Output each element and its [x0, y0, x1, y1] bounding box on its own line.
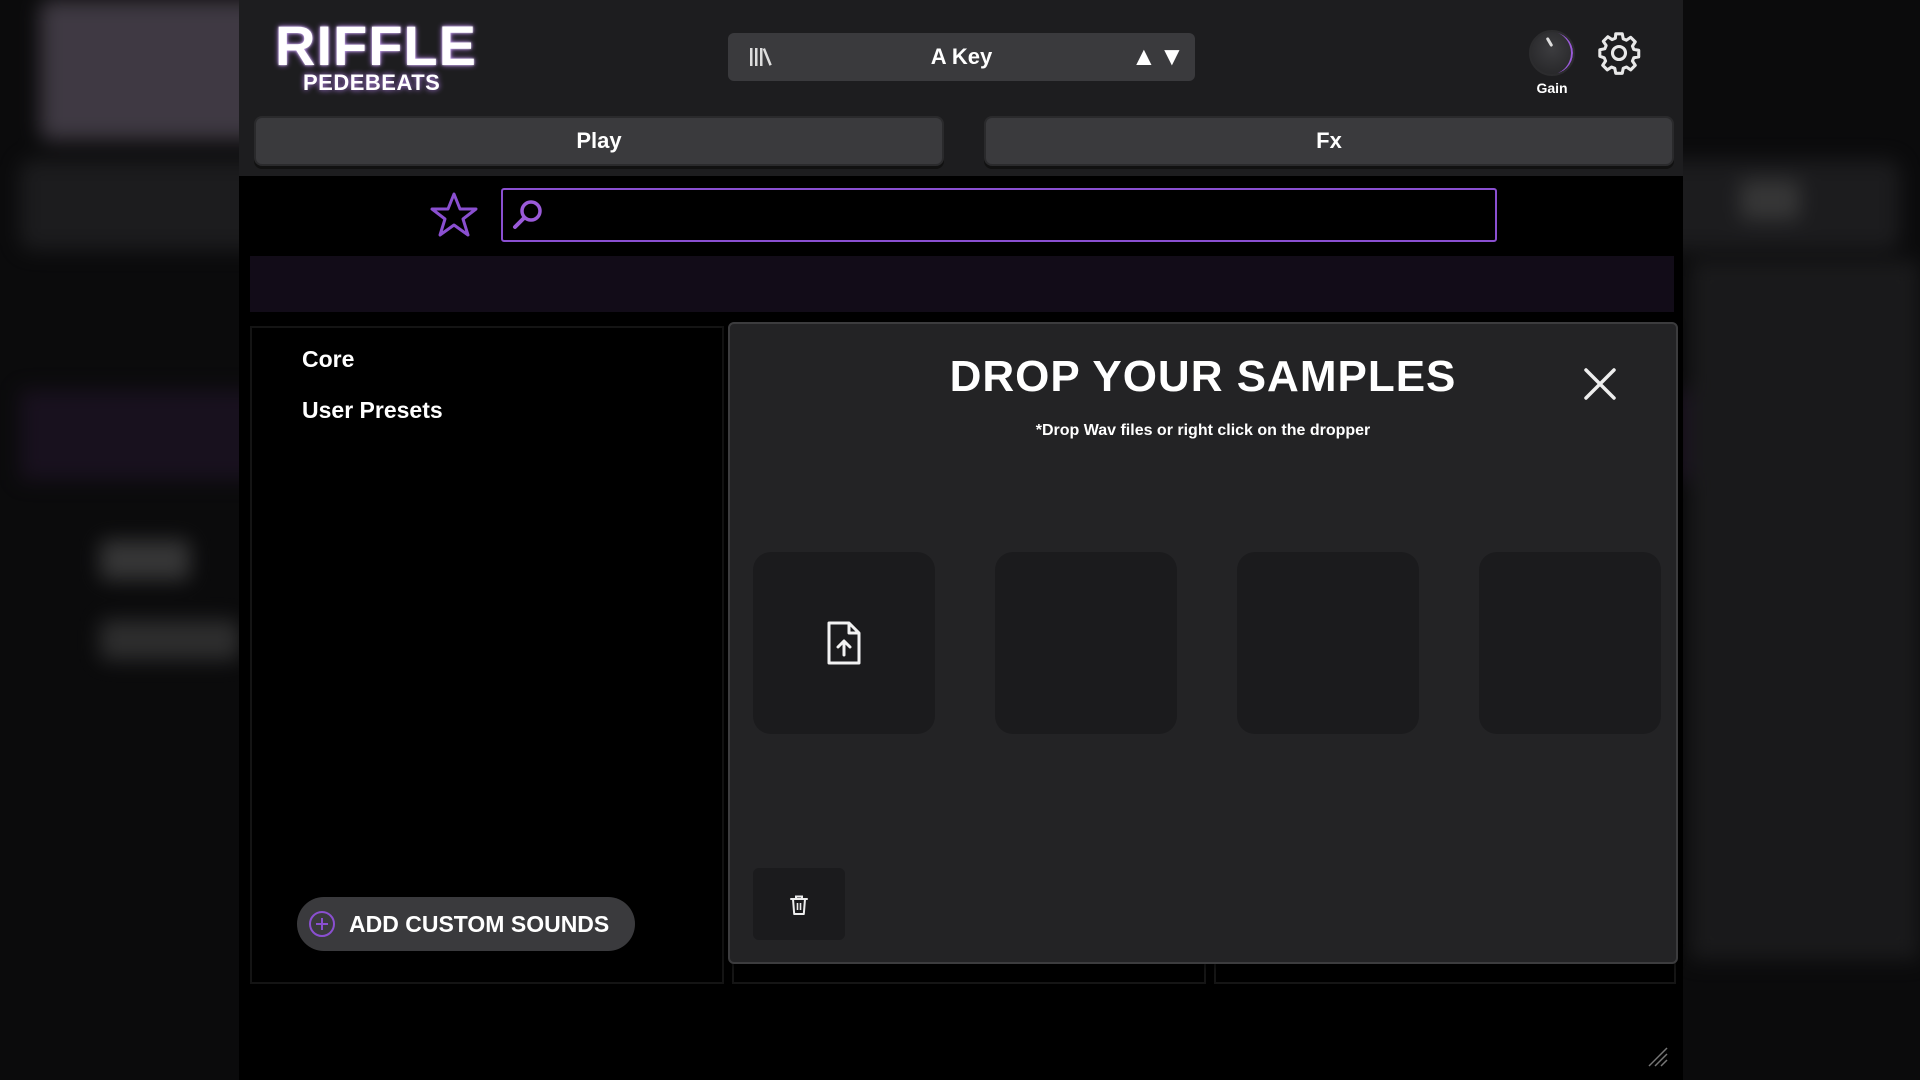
file-upload-icon: [827, 621, 861, 665]
logo: RIFFLE PEDEBEATS: [275, 14, 477, 96]
gain-control: Gain: [1522, 30, 1582, 96]
resize-handle-icon[interactable]: [1645, 1044, 1669, 1068]
sample-slot-1[interactable]: [753, 552, 935, 734]
header: RIFFLE PEDEBEATS A Key ▲ ▼ Gain Play Fx: [239, 0, 1683, 176]
gain-label: Gain: [1536, 80, 1568, 96]
sidebar-item-core[interactable]: Core: [302, 346, 354, 373]
preset-arrows: ▲ ▼: [1131, 41, 1185, 72]
gain-knob[interactable]: [1529, 30, 1575, 76]
search-row: [239, 176, 1683, 256]
category-strip: [250, 256, 1674, 312]
sidebar: Core User Presets ADD CUSTOM SOUNDS: [250, 326, 724, 984]
trash-icon: [790, 895, 808, 915]
drop-samples-dialog: DROP YOUR SAMPLES *Drop Wav files or rig…: [728, 322, 1678, 964]
sample-slot-3[interactable]: [1237, 552, 1419, 734]
search-input[interactable]: [553, 190, 1487, 242]
preset-next-button[interactable]: ▼: [1159, 41, 1185, 72]
search-box[interactable]: [501, 188, 1497, 242]
plus-circle-icon: [309, 911, 335, 937]
gear-icon[interactable]: [1596, 30, 1642, 76]
delete-button[interactable]: [753, 868, 845, 940]
tab-fx[interactable]: Fx: [984, 116, 1674, 166]
sample-slot-4[interactable]: [1479, 552, 1661, 734]
tab-play[interactable]: Play: [254, 116, 944, 166]
add-custom-sounds-label: ADD CUSTOM SOUNDS: [349, 910, 610, 937]
dialog-subtitle: *Drop Wav files or right click on the dr…: [1035, 422, 1371, 439]
logo-title: RIFFLE: [275, 14, 477, 77]
add-custom-sounds-button[interactable]: ADD CUSTOM SOUNDS: [297, 897, 635, 951]
search-icon: [513, 200, 542, 229]
dialog-title: DROP YOUR SAMPLES: [949, 352, 1457, 401]
close-icon[interactable]: [1582, 366, 1618, 402]
preset-name[interactable]: A Key: [728, 44, 1195, 70]
favorites-star-icon[interactable]: [429, 190, 479, 240]
sample-slot-2[interactable]: [995, 552, 1177, 734]
sidebar-item-user-presets[interactable]: User Presets: [302, 397, 443, 424]
preset-selector[interactable]: A Key ▲ ▼: [728, 33, 1195, 81]
plugin-window: RIFFLE PEDEBEATS A Key ▲ ▼ Gain Play Fx …: [239, 0, 1683, 1080]
preset-prev-button[interactable]: ▲: [1131, 41, 1157, 72]
